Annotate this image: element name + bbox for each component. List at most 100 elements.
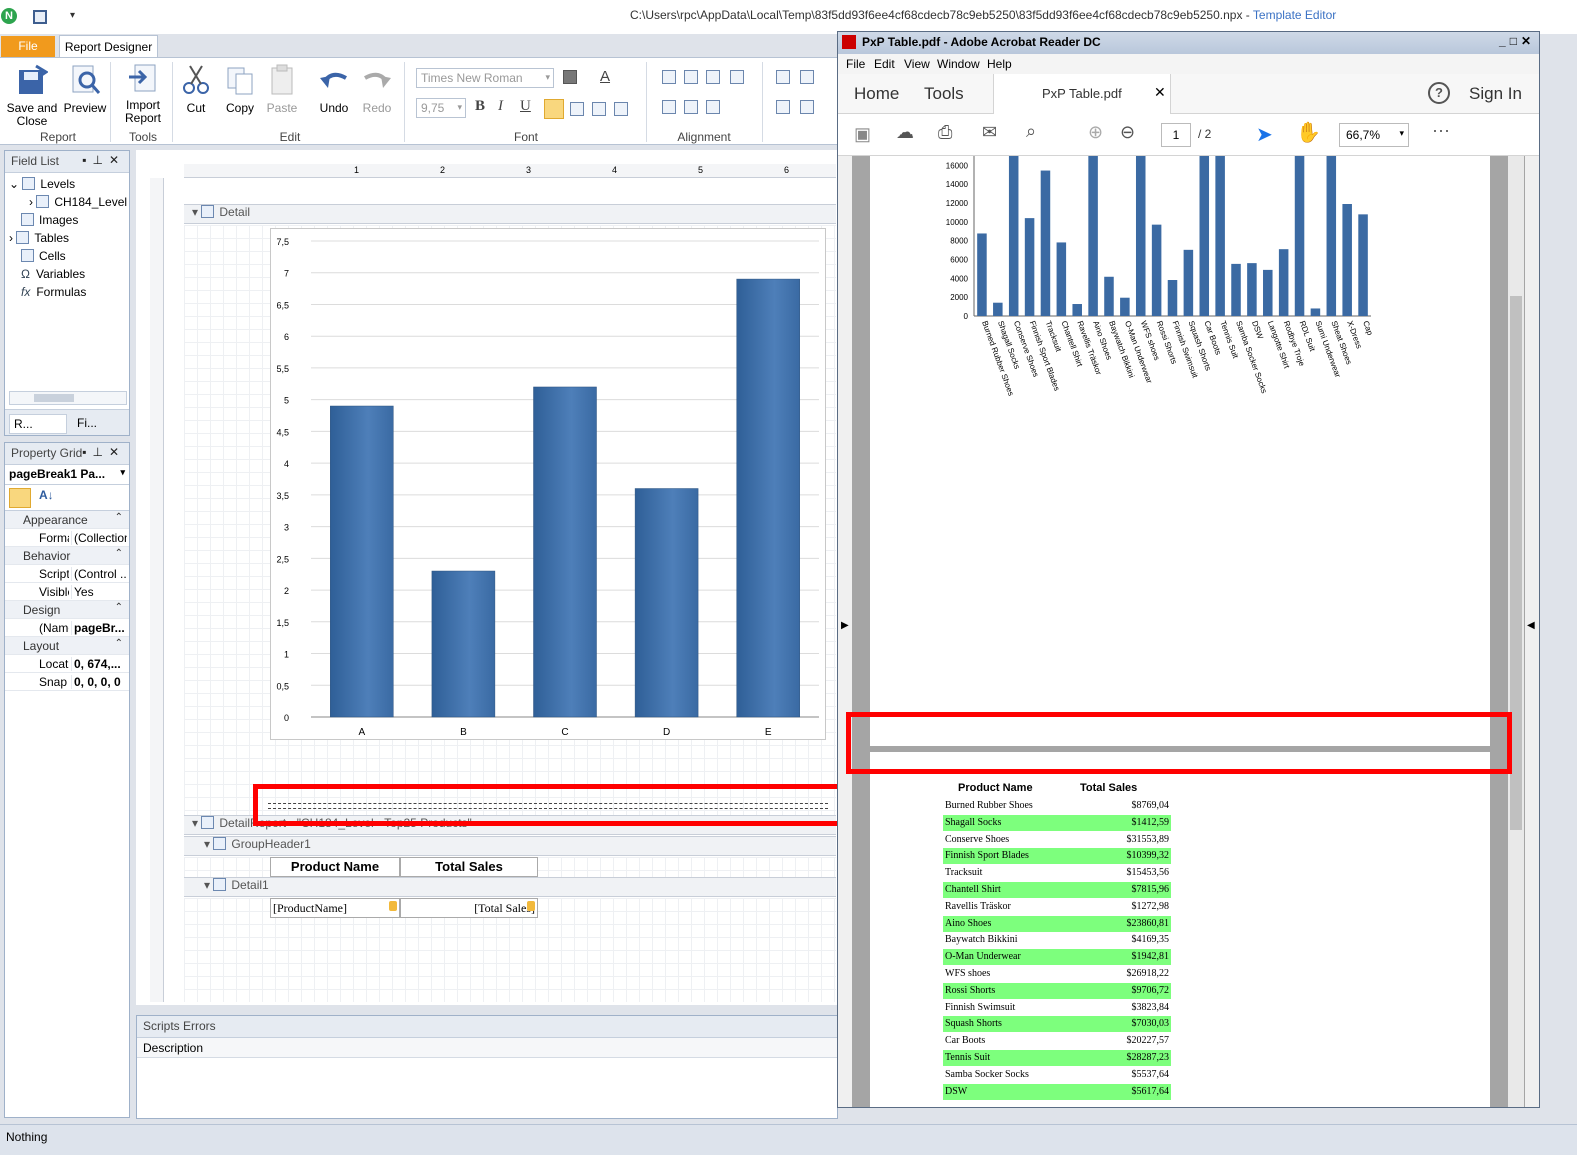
align-right-icon[interactable] bbox=[592, 102, 606, 116]
select-arrow-icon[interactable]: ➤ bbox=[1256, 122, 1273, 147]
property-category[interactable]: Design ⌃ bbox=[5, 601, 129, 619]
expand-icon[interactable]: ⌄ bbox=[9, 177, 22, 191]
tree-item-formulas[interactable]: fx Formulas bbox=[9, 283, 125, 301]
search-icon[interactable]: ⌕ bbox=[1026, 121, 1036, 142]
document-tab[interactable]: PxP Table.pdf ✕ bbox=[993, 74, 1171, 114]
collapse-icon[interactable]: › bbox=[29, 195, 36, 209]
collapse-icon[interactable]: ⌃ bbox=[115, 602, 123, 613]
hand-tool-icon[interactable]: ✋ bbox=[1296, 120, 1321, 145]
header-product-name-cell[interactable]: Product Name bbox=[270, 857, 400, 877]
page-number-input[interactable]: 1 bbox=[1161, 123, 1191, 147]
collapse-icon[interactable]: ▾ bbox=[184, 205, 198, 219]
vertical-spacing-icon[interactable] bbox=[800, 100, 814, 114]
tree-item-images[interactable]: Images bbox=[9, 211, 125, 229]
categorized-icon[interactable] bbox=[9, 488, 31, 508]
preview-button[interactable]: Preview bbox=[62, 64, 108, 115]
tab-report[interactable]: R... bbox=[9, 414, 67, 434]
panel-controls-icon[interactable]: ▪⊥✕ bbox=[82, 153, 125, 167]
save-icon[interactable]: ▣ bbox=[854, 124, 871, 145]
property-category[interactable]: Behavior ⌃ bbox=[5, 547, 129, 565]
property-row[interactable]: (NamepageBr... bbox=[5, 619, 129, 637]
collapse-icon[interactable]: ⌃ bbox=[115, 548, 123, 559]
total-sales-field[interactable]: [Total Sales] bbox=[400, 898, 538, 918]
font-name-combo[interactable]: Times New Roman ▾ bbox=[416, 68, 554, 88]
highlight-color-icon[interactable] bbox=[563, 70, 577, 84]
tab-fields[interactable]: Fi... bbox=[73, 414, 125, 434]
menu-window[interactable]: Window bbox=[937, 57, 980, 71]
tree-item-tables[interactable]: › Tables bbox=[9, 229, 125, 247]
tree-item-levels[interactable]: ⌄ Levels bbox=[9, 175, 125, 193]
property-row[interactable]: VisibleYes bbox=[5, 583, 129, 601]
tree-item-variables[interactable]: Ω Variables bbox=[9, 265, 125, 283]
property-value[interactable]: 0, 674,... bbox=[71, 657, 127, 671]
spacing-icon[interactable] bbox=[776, 100, 790, 114]
expand-right-icon[interactable]: ◀ bbox=[1527, 620, 1535, 631]
errors-column-header[interactable]: Description bbox=[137, 1038, 837, 1058]
report-designer-tab[interactable]: Report Designer bbox=[59, 35, 158, 58]
quick-save-icon[interactable] bbox=[33, 10, 47, 24]
scrollbar-thumb[interactable] bbox=[34, 394, 74, 402]
product-name-field[interactable]: [ProductName] bbox=[270, 898, 400, 918]
property-category[interactable]: Layout ⌃ bbox=[5, 637, 129, 655]
copy-button[interactable]: Copy bbox=[222, 64, 258, 115]
tree-item-ch184-level[interactable]: › CH184_Level bbox=[9, 193, 127, 211]
header-total-sales-cell[interactable]: Total Sales bbox=[400, 857, 538, 877]
email-icon[interactable]: ✉ bbox=[982, 122, 997, 143]
tree-item-cells[interactable]: Cells bbox=[9, 247, 125, 265]
detail1-band-header[interactable]: ▾ Detail1 bbox=[184, 877, 836, 897]
collapse-icon[interactable]: ⌃ bbox=[115, 512, 123, 523]
align-left-icon[interactable] bbox=[544, 99, 564, 119]
zoom-combo[interactable]: 66,7% ▾ bbox=[1339, 123, 1409, 147]
acrobat-document-view[interactable]: ▶ ◀ 0 2000 4000 6000 8000 10000 12000 14000 1600… bbox=[838, 156, 1539, 1107]
align-tops-icon[interactable] bbox=[662, 100, 676, 114]
right-pane-toggle[interactable]: ◀ bbox=[1525, 156, 1539, 1107]
tools-tab[interactable]: Tools bbox=[924, 84, 964, 104]
designer-chart[interactable]: 0 0,5 1 1,5 2 2,5 3 3,5 4 4,5 5 5,5 6 6,5 7 7,5 A B C D E bbox=[270, 228, 826, 740]
property-row[interactable]: Forma(Collection) bbox=[5, 529, 129, 547]
property-category[interactable]: Appearance ⌃ bbox=[5, 511, 129, 529]
panel-controls-icon[interactable]: ▪⊥✕ bbox=[82, 445, 125, 459]
align-lefts-icon[interactable] bbox=[684, 70, 698, 84]
property-value[interactable]: (Control ... bbox=[71, 567, 127, 581]
make-same-width-icon[interactable] bbox=[800, 70, 814, 84]
property-value[interactable]: 0, 0, 0, 0 bbox=[71, 675, 127, 689]
file-tab[interactable]: File bbox=[1, 36, 55, 57]
more-options-icon[interactable]: ··· bbox=[1432, 120, 1450, 141]
collapse-icon[interactable]: ▾ bbox=[204, 878, 210, 892]
align-rights-icon[interactable] bbox=[730, 70, 744, 84]
font-color-icon[interactable]: A bbox=[600, 68, 610, 85]
import-report-button[interactable]: Import Report bbox=[118, 61, 168, 125]
menu-view[interactable]: View bbox=[904, 57, 930, 71]
align-grid-icon[interactable] bbox=[662, 70, 676, 84]
property-row[interactable]: Script (Control ... bbox=[5, 565, 129, 583]
expand-left-icon[interactable]: ▶ bbox=[841, 620, 849, 631]
help-icon[interactable]: ? bbox=[1428, 82, 1450, 104]
home-tab[interactable]: Home bbox=[854, 84, 899, 104]
upload-cloud-icon[interactable]: ☁ bbox=[896, 122, 914, 143]
align-center-icon[interactable] bbox=[570, 102, 584, 116]
window-controls-icon[interactable]: _□✕ bbox=[1499, 34, 1535, 48]
group-header-band-header[interactable]: ▾ GroupHeader1 bbox=[184, 836, 836, 856]
previous-page-icon[interactable]: ⊕ bbox=[1088, 122, 1103, 143]
collapse-icon[interactable]: › bbox=[9, 231, 16, 245]
field-list-scrollbar[interactable] bbox=[9, 391, 127, 405]
align-centers-icon[interactable] bbox=[706, 70, 720, 84]
font-size-combo[interactable]: 9,75 ▾ bbox=[416, 98, 466, 118]
redo-button[interactable]: Redo bbox=[357, 64, 397, 115]
collapse-icon[interactable]: ▾ bbox=[204, 837, 210, 851]
sign-in-button[interactable]: Sign In bbox=[1469, 84, 1522, 104]
close-tab-icon[interactable]: ✕ bbox=[1154, 84, 1166, 101]
undo-button[interactable]: Undo bbox=[314, 64, 354, 115]
print-icon[interactable]: ⎙ bbox=[938, 122, 952, 143]
align-middles-icon[interactable] bbox=[684, 100, 698, 114]
property-value[interactable]: Yes bbox=[71, 585, 127, 599]
bold-icon[interactable]: B bbox=[475, 98, 485, 115]
property-row[interactable]: Locat 0, 674,... bbox=[5, 655, 129, 673]
align-bottoms-icon[interactable] bbox=[706, 100, 720, 114]
next-page-icon[interactable]: ⊖ bbox=[1120, 122, 1135, 143]
menu-help[interactable]: Help bbox=[987, 57, 1012, 71]
property-object-selector[interactable]: pageBreak1 Pa... ▾ bbox=[5, 465, 129, 485]
collapse-icon[interactable]: ⌃ bbox=[115, 638, 123, 649]
property-value[interactable]: (Collection) bbox=[71, 531, 127, 545]
cut-button[interactable]: Cut bbox=[178, 64, 214, 115]
